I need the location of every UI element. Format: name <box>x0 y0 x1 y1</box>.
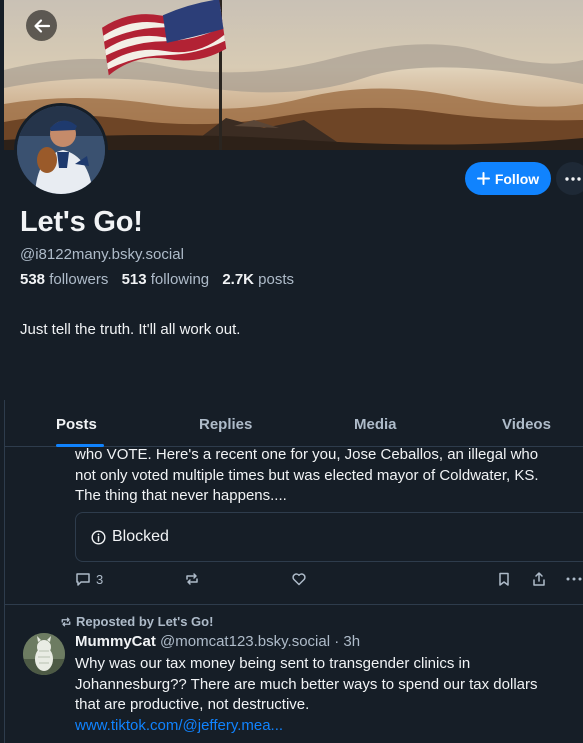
reply-button[interactable]: 3 <box>75 571 103 587</box>
follow-button[interactable]: Follow <box>465 162 551 195</box>
repost-button[interactable] <box>184 571 200 587</box>
profile-bio: Just tell the truth. It'll all work out. <box>20 321 241 338</box>
share-icon <box>533 572 545 586</box>
post-text: Why was our tax money being sent to tran… <box>75 654 583 736</box>
tab-posts[interactable]: Posts <box>56 416 97 433</box>
posts-stat: 2.7K posts <box>222 271 294 288</box>
tab-media[interactable]: Media <box>354 416 397 433</box>
posts-label: posts <box>258 271 295 288</box>
share-button[interactable] <box>531 571 547 587</box>
repost-arrows-icon <box>61 617 71 626</box>
following-label: following <box>150 271 210 288</box>
posts-count: 2.7K <box>222 271 254 288</box>
bookmark-button[interactable] <box>496 571 512 587</box>
author-name[interactable]: MummyCat <box>75 633 156 650</box>
profile-avatar[interactable] <box>14 103 108 197</box>
profile-tabs: Posts Replies Media Videos <box>4 400 583 447</box>
followers-label: followers <box>49 271 109 288</box>
following-count: 513 <box>121 271 147 288</box>
post-link[interactable]: www.tiktok.com/@jeffery.mea... <box>75 716 583 737</box>
repost-arrows-icon <box>186 573 198 585</box>
post-actions: 3 <box>5 571 583 593</box>
profile-handle: @i8122many.bsky.social <box>20 246 184 263</box>
post-text-line: who VOTE. Here's a recent one for you, J… <box>75 447 539 463</box>
post-time[interactable]: 3h <box>343 633 360 650</box>
following-stat[interactable]: 513 following <box>122 271 210 288</box>
ellipsis-icon <box>566 577 582 581</box>
tab-replies[interactable]: Replies <box>199 416 252 433</box>
arrow-left-icon <box>33 18 50 33</box>
followers-stat[interactable]: 538 followers <box>20 271 108 288</box>
avatar-image <box>17 106 105 194</box>
followers-count: 538 <box>20 271 46 288</box>
bookmark-icon <box>499 572 509 586</box>
post-text-line: The thing that never happens.... <box>75 487 287 504</box>
post-text-line: Why was our tax money being sent to tran… <box>75 655 471 672</box>
avatar-image <box>23 633 65 675</box>
tab-videos[interactable]: Videos <box>502 416 551 433</box>
plus-icon <box>476 172 490 185</box>
repost-indicator: Reposted by Let's Go! <box>60 614 213 629</box>
post-more-button[interactable] <box>566 571 582 587</box>
follow-label: Follow <box>494 170 540 187</box>
repost-label: Reposted by Let's Go! <box>76 614 214 629</box>
author-avatar[interactable] <box>23 633 65 675</box>
profile-stats: 538 followers 513 following 2.7K posts <box>20 271 303 288</box>
author-line: MummyCat @momcat123.bsky.social · 3h <box>75 633 360 650</box>
speech-bubble-icon <box>76 573 90 586</box>
heart-icon <box>292 573 306 586</box>
meta-separator: · <box>334 633 340 650</box>
post-text-line: not only voted multiple times but was el… <box>75 466 539 484</box>
post-text: who VOTE. Here's a recent one for you, J… <box>75 447 583 507</box>
more-options-button[interactable] <box>556 162 583 195</box>
author-handle[interactable]: @momcat123.bsky.social <box>160 633 330 650</box>
blocked-label: Blocked <box>112 528 169 545</box>
reply-count: 3 <box>96 571 104 587</box>
post-text-line: Johannesburg?? There are much better way… <box>75 675 538 693</box>
post-feed: who VOTE. Here's a recent one for you, J… <box>4 447 583 743</box>
info-circle-icon <box>91 529 106 545</box>
back-button[interactable] <box>26 10 57 41</box>
ellipsis-icon <box>564 176 581 181</box>
post-text-line: that are productive, not destructive. <box>75 696 310 713</box>
like-button[interactable] <box>291 571 307 587</box>
post-divider <box>5 604 583 605</box>
blocked-embed: Blocked <box>75 512 583 562</box>
display-name: Let's Go! <box>20 206 143 238</box>
